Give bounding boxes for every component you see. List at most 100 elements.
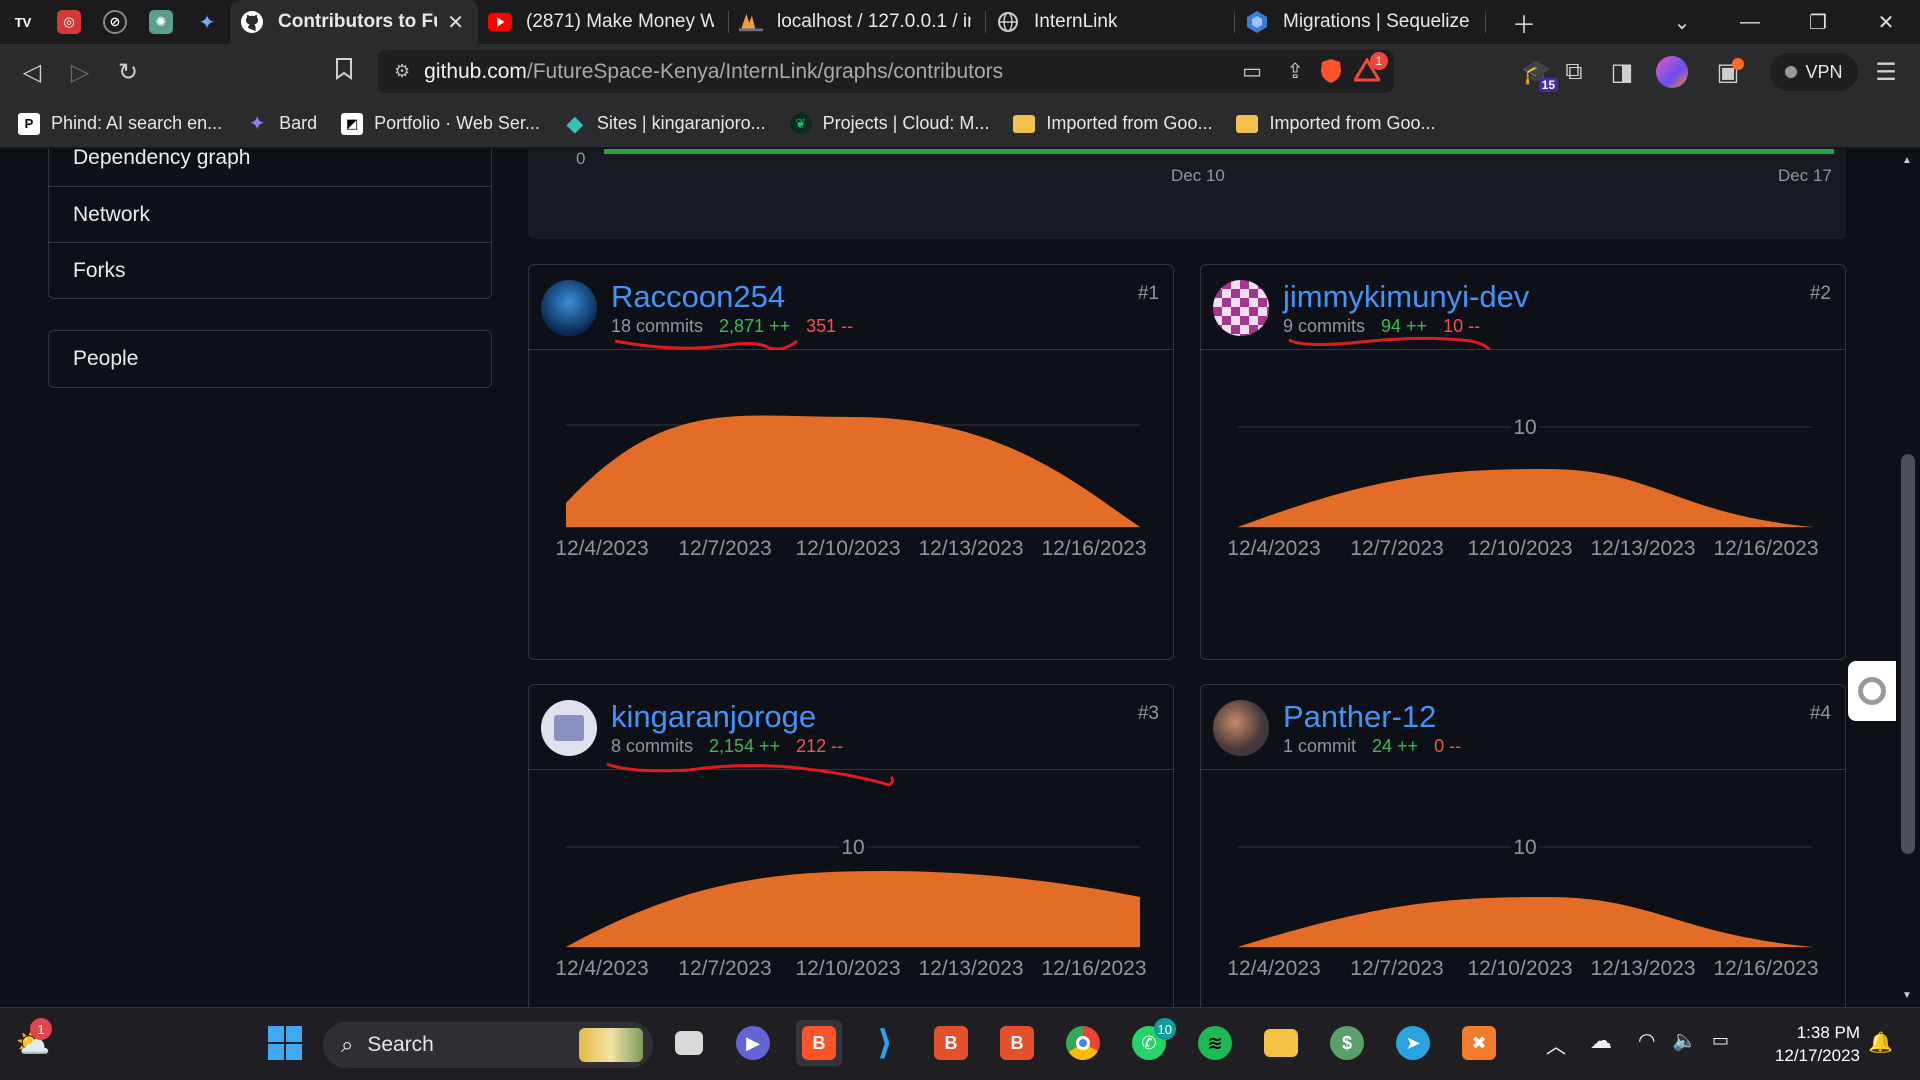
site-settings-icon[interactable]: ⚙ xyxy=(394,61,410,82)
brave-shields-icon[interactable] xyxy=(1320,58,1342,90)
bard-icon: ✦ xyxy=(248,113,266,135)
tab-youtube[interactable]: (2871) Make Money With xyxy=(478,0,728,44)
minimize-icon: — xyxy=(1740,10,1760,33)
taskbar-xampp[interactable]: ✖ xyxy=(1456,1020,1502,1066)
address-bar[interactable]: ⚙ github.com/FutureSpace-Kenya/InternLin… xyxy=(378,50,1394,93)
wifi-icon[interactable]: ◠ xyxy=(1638,1028,1655,1053)
contributor-area-chart: 10 12/4/2023 12/7/2023 12/10/2023 12/13/2023… xyxy=(1227,416,1819,560)
taskbar-brave-profile-2[interactable]: B xyxy=(994,1020,1040,1066)
main-menu-button[interactable]: ☰ xyxy=(1862,48,1910,96)
bookmark-label: Imported from Goo... xyxy=(1046,113,1213,133)
wallet-button[interactable]: ▣ xyxy=(1704,48,1752,96)
scroll-down-icon[interactable]: ▼ xyxy=(1902,990,1912,1001)
close-icon: ✕ xyxy=(1877,11,1895,34)
pinned-tab-gemini[interactable]: ✦ xyxy=(184,0,230,44)
sidebar-toggle-button[interactable]: ◨ xyxy=(1598,48,1646,96)
pinned-tab-1[interactable]: ◎ xyxy=(46,0,92,44)
taskbar-chrome[interactable] xyxy=(1060,1020,1106,1066)
bookmark-folder-1[interactable]: Imported from Goo... xyxy=(1013,113,1212,134)
phind-icon: P xyxy=(18,112,40,135)
bookmark-sites[interactable]: ◆ Sites | kingaranjoro... xyxy=(564,111,765,136)
reload-button[interactable]: ↻ xyxy=(104,48,152,96)
additions-count: 24 ++ xyxy=(1372,736,1419,756)
taskbar-file-explorer[interactable] xyxy=(1258,1020,1304,1066)
minimize-button[interactable]: — xyxy=(1716,0,1784,44)
new-tab-button[interactable]: ＋ xyxy=(1500,0,1548,46)
tab-search-button[interactable]: ⌄ xyxy=(1648,0,1716,44)
youtube-icon xyxy=(488,10,512,34)
bookmark-bard[interactable]: ✦ Bard xyxy=(246,113,317,135)
forward-button[interactable]: ▷ xyxy=(56,48,104,96)
plus-icon: ＋ xyxy=(1512,11,1536,39)
share-icon[interactable]: ⇪ xyxy=(1286,59,1304,84)
taskbar-brave-active[interactable]: B xyxy=(796,1020,842,1066)
sidebar-item-forks[interactable]: Forks xyxy=(49,242,491,298)
forward-icon: ▷ xyxy=(70,58,90,86)
show-hidden-icons-chevron[interactable]: ︿ xyxy=(1546,1030,1566,1059)
taskbar-weather[interactable]: ⛅ 1 xyxy=(10,1018,56,1066)
close-tab-icon[interactable]: ✕ xyxy=(447,10,464,35)
avatar[interactable] xyxy=(1213,700,1269,756)
taskbar-teams[interactable]: ▶ xyxy=(730,1020,776,1066)
taskbar-whatsapp[interactable]: ✆ 10 xyxy=(1126,1018,1176,1066)
taskbar-search-box[interactable]: ⌕ Search xyxy=(323,1022,653,1068)
restore-button[interactable]: ❐ xyxy=(1784,0,1852,44)
scrollbar-thumb[interactable] xyxy=(1901,454,1915,854)
tab-internlink[interactable]: InternLink xyxy=(986,0,1234,44)
x-tick-label: 12/7/2023 xyxy=(678,957,771,980)
cast-icon[interactable]: ▭ xyxy=(1242,59,1262,84)
taskbar-telegram[interactable]: ➤ xyxy=(1390,1020,1436,1066)
taskbar-spotify[interactable]: ≋ xyxy=(1192,1020,1238,1066)
profile-button[interactable] xyxy=(1648,48,1696,96)
tab-contributors[interactable]: Contributors to Futu ✕ xyxy=(230,0,478,44)
search-placeholder: Search xyxy=(367,1033,434,1056)
taskbar-trading-app[interactable]: $ xyxy=(1324,1020,1370,1066)
bookmark-button[interactable] xyxy=(320,48,368,96)
tab-sequelize[interactable]: Migrations | Sequelize xyxy=(1235,0,1485,44)
close-window-button[interactable]: ✕ xyxy=(1852,0,1920,44)
bookmark-folder-2[interactable]: Imported from Goo... xyxy=(1236,113,1436,134)
chart-area-series xyxy=(1238,469,1812,527)
floating-assistant-button[interactable] xyxy=(1848,661,1896,721)
red-app-icon: ◎ xyxy=(57,10,81,34)
sidebar-item-dependency-graph[interactable]: Dependency graph xyxy=(49,149,491,186)
extensions-menu-button[interactable]: ⧉ xyxy=(1550,48,1598,96)
battery-icon[interactable]: ▭ xyxy=(1712,1030,1729,1051)
onedrive-icon[interactable]: ☁ xyxy=(1590,1028,1612,1054)
taskbar-brave-profile[interactable]: B xyxy=(928,1020,974,1066)
contributor-rank: #4 xyxy=(1809,703,1831,724)
bookmark-mongodb[interactable]: ❦ Projects | Cloud: M... xyxy=(789,112,989,135)
back-button[interactable]: ◁ xyxy=(8,48,56,96)
pinned-tab-tradingview[interactable]: TV xyxy=(0,0,46,44)
bookmark-phind[interactable]: P Phind: AI search en... xyxy=(18,112,222,135)
vpn-button[interactable]: VPN xyxy=(1770,53,1858,91)
hamburger-icon: ☰ xyxy=(1875,58,1897,86)
taskbar-task-view[interactable] xyxy=(666,1020,712,1066)
taskbar-vscode[interactable]: ⟩ xyxy=(862,1020,908,1066)
pinned-tab-chatgpt[interactable]: ✺ xyxy=(138,0,184,44)
card-header: Raccoon254 18 commits 2,871 ++ 351 -- #1 xyxy=(529,265,1173,350)
url-path: /FutureSpace-Kenya/InternLink/graphs/con… xyxy=(526,59,1004,83)
y-tick-label: 10 xyxy=(841,836,864,859)
pinned-tab-2[interactable]: ⊘ xyxy=(92,0,138,44)
sidebar-item-network[interactable]: Network xyxy=(49,186,491,242)
card-header: jimmykimunyi-dev 9 commits 94 ++ 10 -- #2 xyxy=(1201,265,1845,350)
page-scrollbar[interactable]: ▲ ▼ xyxy=(1896,149,1920,1007)
scroll-up-icon[interactable]: ▲ xyxy=(1902,155,1912,166)
sidebar-item-people[interactable]: People xyxy=(49,331,491,387)
notifications-bell-icon[interactable]: 🔔 xyxy=(1868,1030,1893,1055)
contributor-username-link[interactable]: Panther-12 xyxy=(1283,699,1436,735)
sidebar-item-label: Network xyxy=(73,202,151,226)
x-tick-label: 12/16/2023 xyxy=(1713,957,1818,980)
portfolio-icon: ◩ xyxy=(341,112,364,135)
volume-icon[interactable]: 🔈 xyxy=(1672,1028,1697,1053)
start-button[interactable] xyxy=(262,1020,308,1066)
tab-phpmyadmin[interactable]: localhost / 127.0.0.1 / inte xyxy=(729,0,985,44)
annotation-scribble xyxy=(614,339,798,350)
x-tick-label: 12/13/2023 xyxy=(918,957,1023,980)
bookmarks-bar: P Phind: AI search en... ✦ Bard ◩ Portfolio… xyxy=(0,100,1920,148)
commit-count-link[interactable]: 1 commit xyxy=(1283,736,1356,756)
chart-area-series xyxy=(566,415,1140,527)
bookmark-portfolio[interactable]: ◩ Portfolio · Web Ser... xyxy=(341,112,540,135)
taskbar-clock[interactable]: 1:38 PM 12/17/2023 xyxy=(1775,1021,1860,1067)
